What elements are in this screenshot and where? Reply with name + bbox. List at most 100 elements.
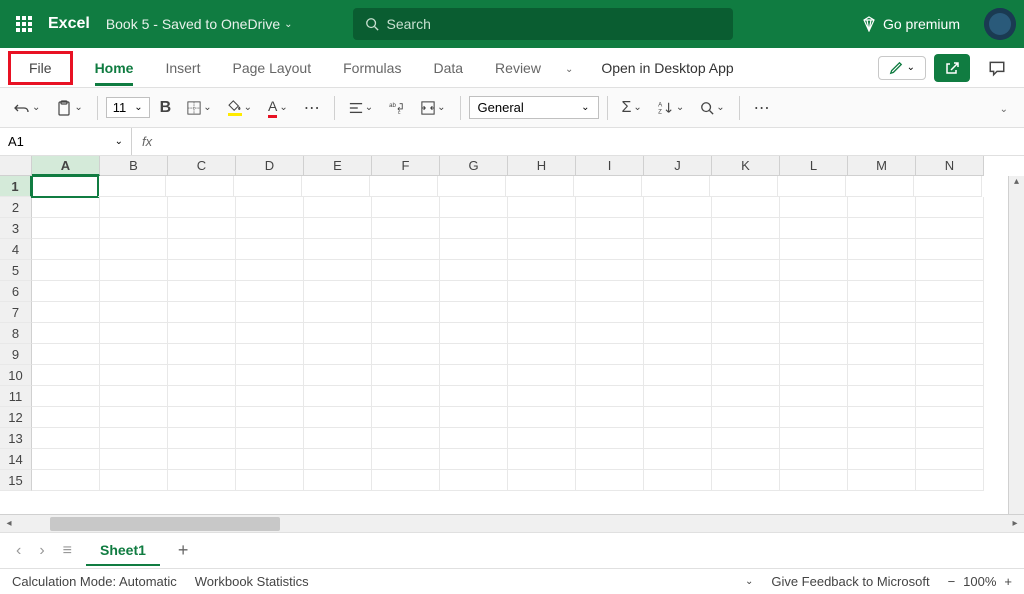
column-header[interactable]: B: [100, 156, 168, 176]
cell[interactable]: [32, 260, 100, 281]
cell[interactable]: [372, 407, 440, 428]
cell[interactable]: [644, 470, 712, 491]
cell[interactable]: [372, 365, 440, 386]
search-input[interactable]: [387, 16, 721, 32]
align-button[interactable]: ⌄: [343, 97, 379, 119]
fx-label[interactable]: fx: [132, 134, 162, 149]
cell[interactable]: [780, 239, 848, 260]
cell[interactable]: [438, 176, 506, 197]
zoom-in-button[interactable]: +: [1004, 574, 1012, 589]
cell[interactable]: [712, 344, 780, 365]
cell[interactable]: [168, 260, 236, 281]
cell[interactable]: [304, 260, 372, 281]
cell[interactable]: [508, 470, 576, 491]
row-header[interactable]: 7: [0, 302, 32, 323]
row-header[interactable]: 10: [0, 365, 32, 386]
select-all-corner[interactable]: [0, 156, 32, 176]
cell[interactable]: [712, 365, 780, 386]
cell[interactable]: [712, 218, 780, 239]
cell[interactable]: [644, 239, 712, 260]
cell[interactable]: [916, 344, 984, 365]
cell[interactable]: [644, 449, 712, 470]
cell[interactable]: [31, 176, 99, 198]
wrap-text-button[interactable]: abc: [383, 97, 411, 119]
cell[interactable]: [508, 239, 576, 260]
cell[interactable]: [32, 323, 100, 344]
column-header[interactable]: G: [440, 156, 508, 176]
chevron-down-icon[interactable]: ⌄: [745, 576, 753, 587]
cell[interactable]: [710, 176, 778, 197]
cell[interactable]: [508, 344, 576, 365]
cell[interactable]: [440, 239, 508, 260]
cell[interactable]: [576, 239, 644, 260]
cell[interactable]: [916, 365, 984, 386]
cell[interactable]: [236, 197, 304, 218]
column-header[interactable]: H: [508, 156, 576, 176]
cell[interactable]: [304, 281, 372, 302]
column-header[interactable]: L: [780, 156, 848, 176]
cell[interactable]: [712, 407, 780, 428]
cell[interactable]: [372, 260, 440, 281]
sheet-tab-sheet1[interactable]: Sheet1: [86, 536, 160, 566]
cell[interactable]: [848, 344, 916, 365]
row-header[interactable]: 4: [0, 239, 32, 260]
cell[interactable]: [100, 239, 168, 260]
cell[interactable]: [848, 197, 916, 218]
cell[interactable]: [848, 239, 916, 260]
calculation-mode[interactable]: Calculation Mode: Automatic: [12, 574, 177, 589]
cell[interactable]: [100, 344, 168, 365]
cell[interactable]: [508, 323, 576, 344]
column-header[interactable]: I: [576, 156, 644, 176]
cell[interactable]: [712, 470, 780, 491]
cell[interactable]: [372, 302, 440, 323]
cell[interactable]: [780, 344, 848, 365]
cell[interactable]: [236, 281, 304, 302]
row-header[interactable]: 12: [0, 407, 32, 428]
cell[interactable]: [712, 260, 780, 281]
cell[interactable]: [574, 176, 642, 197]
cell[interactable]: [916, 197, 984, 218]
cell[interactable]: [644, 344, 712, 365]
cell[interactable]: [168, 449, 236, 470]
cell[interactable]: [576, 365, 644, 386]
cell[interactable]: [304, 197, 372, 218]
cell[interactable]: [576, 449, 644, 470]
row-header[interactable]: 2: [0, 197, 32, 218]
undo-button[interactable]: ⌄: [8, 96, 46, 120]
cell[interactable]: [236, 218, 304, 239]
cell[interactable]: [642, 176, 710, 197]
horizontal-scrollbar[interactable]: ◂ ▸: [0, 514, 1024, 532]
cell[interactable]: [644, 218, 712, 239]
cell[interactable]: [168, 428, 236, 449]
column-header[interactable]: J: [644, 156, 712, 176]
cell[interactable]: [440, 302, 508, 323]
cell[interactable]: [440, 197, 508, 218]
cell[interactable]: [166, 176, 234, 197]
merge-button[interactable]: ⌄: [415, 97, 451, 119]
cell[interactable]: [508, 449, 576, 470]
cell[interactable]: [372, 323, 440, 344]
cell[interactable]: [304, 218, 372, 239]
cell[interactable]: [916, 218, 984, 239]
cell[interactable]: [168, 323, 236, 344]
cell[interactable]: [644, 428, 712, 449]
cell[interactable]: [780, 470, 848, 491]
zoom-out-button[interactable]: −: [948, 574, 956, 589]
cell[interactable]: [236, 470, 304, 491]
cell[interactable]: [304, 386, 372, 407]
cell[interactable]: [236, 344, 304, 365]
cell[interactable]: [916, 260, 984, 281]
row-header[interactable]: 9: [0, 344, 32, 365]
cell[interactable]: [508, 407, 576, 428]
cell[interactable]: [576, 281, 644, 302]
cell[interactable]: [780, 449, 848, 470]
cell[interactable]: [236, 239, 304, 260]
add-sheet-button[interactable]: +: [170, 540, 197, 561]
cell[interactable]: [916, 323, 984, 344]
cell[interactable]: [712, 197, 780, 218]
more-commands-button[interactable]: ⋯: [748, 94, 776, 122]
cell[interactable]: [100, 302, 168, 323]
cells-area[interactable]: [32, 176, 1024, 514]
cell[interactable]: [168, 407, 236, 428]
borders-button[interactable]: ⌄: [181, 97, 217, 119]
